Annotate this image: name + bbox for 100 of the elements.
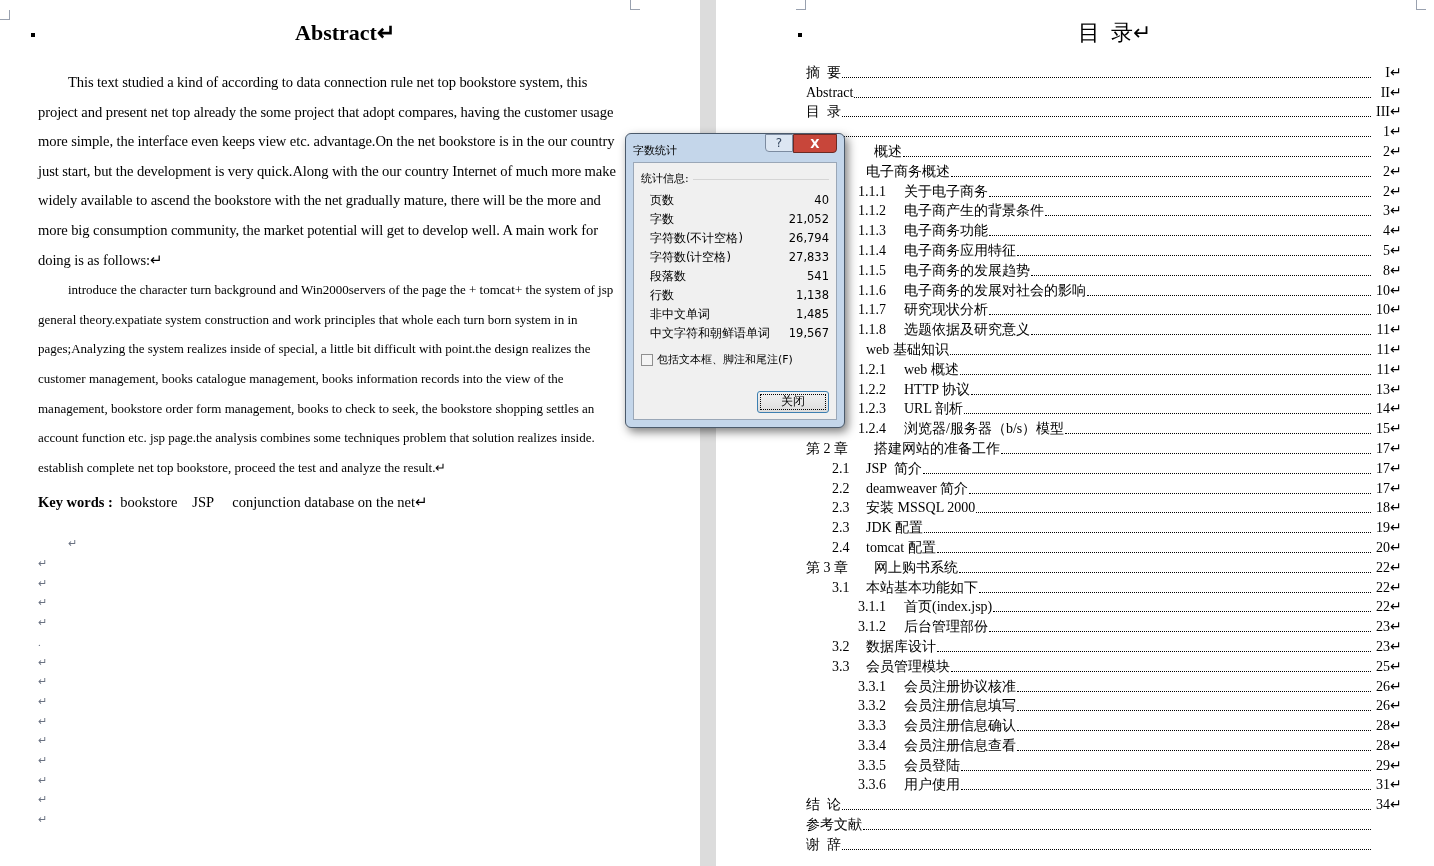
toc-title: 会员注册信息确认 — [904, 717, 1016, 736]
stat-label: 行数 — [650, 287, 674, 305]
toc-title: 后台管理部份 — [904, 618, 988, 637]
toc-number: 3.3.1 — [858, 678, 886, 694]
toc-page-number: 22↵ — [1375, 558, 1402, 577]
toc-title: 网上购书系统 — [874, 558, 958, 577]
toc-number: 3.3.2 — [858, 698, 886, 714]
toc-number: 1.1.7 — [858, 302, 886, 318]
stat-label: 页数 — [650, 192, 674, 210]
toc-page-number: 17↵ — [1375, 479, 1402, 498]
toc-title: 电子商务应用特征 — [904, 241, 1016, 260]
stat-label: 段落数 — [650, 268, 686, 286]
toc-title: 电子商务功能 — [904, 222, 988, 241]
page-title: Abstract↵ — [294, 19, 396, 47]
toc-number: 1.1.2 — [858, 203, 886, 219]
toc-title: tomcat 配置 — [866, 538, 936, 557]
toc-number: 1.1.3 — [858, 223, 886, 239]
toc-page-number: I↵ — [1384, 63, 1402, 82]
toc-page-number: 26↵ — [1375, 697, 1402, 716]
toc-heading: 参考文献 — [806, 816, 862, 835]
toc-title: 研究现状分析 — [904, 301, 988, 320]
section-label: 统计信息: — [641, 171, 689, 187]
close-dialog-button[interactable]: 关闭 — [757, 391, 829, 413]
include-checkbox[interactable] — [641, 353, 653, 366]
paragraph-mark: ↵ — [38, 713, 47, 729]
toc-number: 1.1.8 — [858, 322, 886, 338]
stat-value: 1,485 — [796, 306, 829, 324]
paragraph-mark: ↵ — [38, 654, 47, 670]
toc-title: 数据库设计 — [866, 637, 936, 656]
stat-value: 19,567 — [788, 325, 829, 343]
toc-title: JSP 简介 — [866, 459, 922, 478]
stat-value: 26,794 — [788, 230, 829, 248]
toc-title: 电子商务的发展趋势 — [904, 261, 1030, 280]
toc-heading: Abstract — [806, 83, 854, 102]
toc-page-number: 20↵ — [1375, 538, 1402, 557]
toc-number: 3.3 — [832, 658, 850, 674]
toc-number: 1.2.4 — [858, 421, 886, 437]
paragraph-mark: ↵ — [38, 615, 47, 631]
stat-value: 40 — [814, 192, 829, 210]
toc-page-number: 13↵ — [1375, 380, 1402, 399]
toc-title: 会员注册信息查看 — [904, 736, 1016, 755]
paragraph-mark: ↵ — [38, 595, 47, 611]
abstract-paragraph: introduce the character turn background and Win2000servers of the page the + tomcat+ the system of jsp general theory.expatiate system construction and work principles that whole each turn born system in in pages;Analyzing the system realizes inside of special, a little bit difficult with point.the design realizes the customer management, books catalogue management, books information records into the view of the management, bookstore order form management, books to check to seek, the bookstore shopping settles an account function etc. jsp page.the analysis combines some techniques problem that solution realizes inside. establish complete net top bookstore, proceed the test and analyze the result.↵ — [38, 281, 615, 477]
toc-number: 2.4 — [832, 539, 850, 555]
toc-page-number: 26↵ — [1375, 677, 1402, 696]
toc-page-number: 34↵ — [1375, 796, 1402, 815]
stat-label: 字符数(计空格) — [650, 249, 731, 267]
close-button[interactable]: X — [793, 134, 837, 153]
toc-title: 会员管理模块 — [866, 657, 950, 676]
toc-number: 1.1.6 — [858, 282, 886, 298]
keywords-line: Key words : bookstore JSP conjunction database on the net↵ — [38, 493, 430, 513]
toc-page-number: 5↵ — [1382, 241, 1402, 260]
toc-number: 3.3.3 — [858, 718, 886, 734]
toc-title: 安装 MSSQL 2000 — [866, 499, 976, 518]
paragraph-mark: ↵ — [38, 792, 47, 808]
toc-title: JDK 配置 — [866, 519, 924, 538]
toc-page-number: 2↵ — [1382, 143, 1402, 161]
toc-number: 1.2.1 — [858, 361, 886, 377]
toc-title: 关于电子商务 — [904, 182, 988, 201]
toc-title: HTTP 协议 — [904, 380, 970, 399]
toc-page-number: 22↵ — [1375, 578, 1402, 597]
toc-page-number: 2↵ — [1382, 162, 1402, 181]
toc-number: 3.1 — [832, 579, 850, 595]
stat-value: 21,052 — [788, 211, 829, 229]
toc-number: 2.3 — [832, 500, 850, 516]
toc-title: 选题依据及研究意义 — [904, 321, 1030, 340]
toc-page-number: 25↵ — [1375, 657, 1402, 676]
toc-number: 第 2 章 — [806, 440, 848, 456]
toc-title: URL 剖析 — [904, 400, 963, 419]
toc-number: 1.1.4 — [858, 242, 886, 258]
toc-page-number: 1↵ — [1382, 123, 1402, 142]
toc-title: 会员注册信息填写 — [904, 697, 1016, 716]
paragraph-mark: ↵ — [68, 536, 77, 552]
paragraph-mark: ↵ — [38, 556, 47, 571]
toc-page-number: 8↵ — [1382, 261, 1402, 280]
toc-number: 1.2.2 — [858, 381, 886, 397]
paragraph-mark: . — [38, 634, 41, 650]
help-button[interactable]: ? — [765, 134, 793, 152]
toc-heading: 目 录 — [806, 103, 841, 122]
paragraph-mark: ↵ — [38, 812, 47, 828]
stat-label: 中文字符和朝鲜语单词 — [650, 325, 770, 343]
stat-label: 字数 — [650, 211, 674, 229]
checkbox-label: 包括文本框、脚注和尾注(F) — [657, 351, 793, 368]
toc-number: 2.2 — [832, 480, 850, 496]
toc-page-number: 22↵ — [1375, 598, 1402, 617]
paragraph-mark: ↵ — [38, 733, 47, 749]
toc-page-number: 31↵ — [1375, 776, 1402, 795]
toc-page-number: 3↵ — [1382, 202, 1402, 221]
toc-page-number: 4↵ — [1382, 222, 1402, 241]
toc-page-number: 23↵ — [1375, 618, 1402, 637]
stat-value: 1,138 — [796, 287, 829, 305]
toc-page-number: 17↵ — [1375, 459, 1402, 478]
toc-title: 电子商产生的背景条件 — [904, 202, 1044, 221]
toc-number: 1.1.5 — [858, 262, 886, 278]
toc-page-number: 19↵ — [1375, 519, 1402, 538]
toc-number: 1.2.3 — [858, 401, 886, 417]
toc-heading: 摘 要 — [806, 63, 841, 82]
toc-title: 用户使用 — [904, 776, 960, 795]
toc-heading: 谢 辞 — [806, 835, 841, 854]
toc-number: 3.3.6 — [858, 777, 886, 793]
